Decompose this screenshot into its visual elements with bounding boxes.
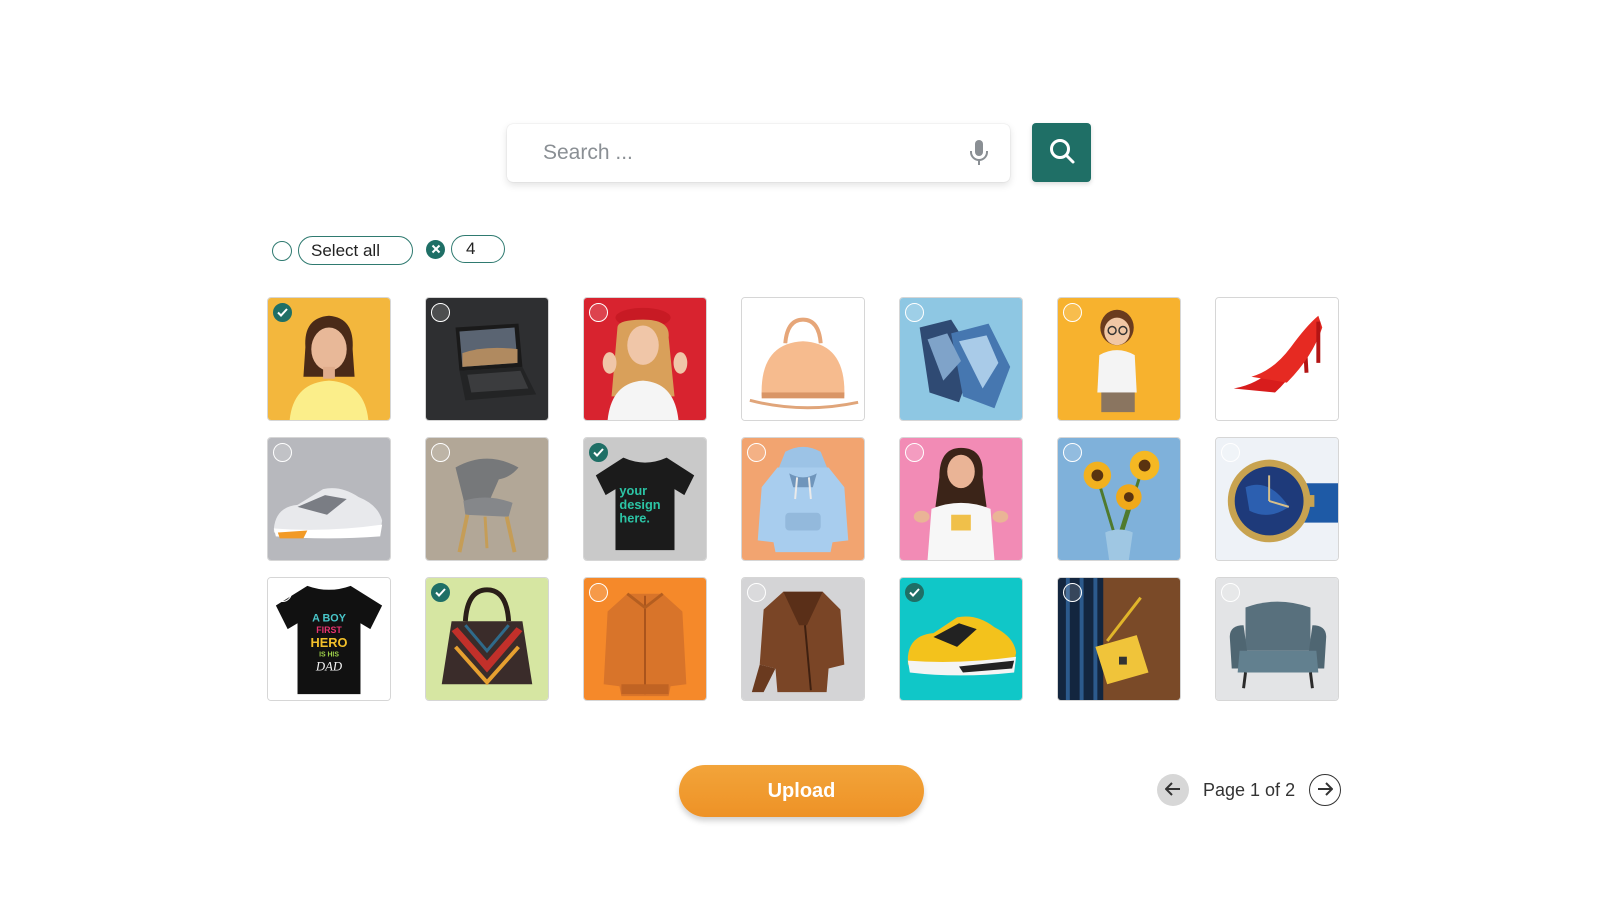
svg-text:design: design (619, 497, 660, 512)
image-tile[interactable] (899, 297, 1023, 421)
pagination: Page 1 of 2 (1157, 774, 1342, 806)
tile-checkbox[interactable] (431, 443, 450, 462)
selected-count-control: 4 (426, 235, 505, 263)
image-tile[interactable] (741, 297, 865, 421)
tile-checkbox[interactable] (431, 583, 450, 602)
tile-checkbox[interactable] (1221, 303, 1240, 322)
image-tile[interactable] (267, 297, 391, 421)
select-all-control[interactable]: Select all (272, 236, 413, 265)
tile-checkbox[interactable] (589, 303, 608, 322)
image-tile[interactable] (1215, 437, 1339, 561)
arrow-left-icon (1164, 781, 1181, 799)
tile-checkbox[interactable] (747, 443, 766, 462)
image-tile[interactable] (741, 437, 865, 561)
tile-checkbox[interactable] (905, 303, 924, 322)
selected-count: 4 (451, 235, 505, 263)
image-grid: your design here. A BOY FIRST HERO IS HI… (267, 297, 1339, 701)
svg-text:DAD: DAD (315, 659, 343, 673)
tile-checkbox[interactable] (273, 303, 292, 322)
select-all-radio[interactable] (272, 240, 292, 261)
image-tile[interactable] (425, 297, 549, 421)
previous-page-button[interactable] (1157, 774, 1189, 806)
image-tile[interactable] (1215, 577, 1339, 701)
svg-text:your: your (619, 483, 647, 498)
search-icon (1048, 137, 1076, 168)
page-indicator: Page 1 of 2 (1203, 779, 1296, 800)
clear-selection-icon[interactable] (426, 239, 445, 259)
image-tile[interactable] (1215, 297, 1339, 421)
svg-text:IS HIS: IS HIS (319, 652, 339, 659)
microphone-icon[interactable] (966, 138, 992, 168)
svg-text:HERO: HERO (311, 635, 348, 650)
svg-text:FIRST: FIRST (316, 625, 342, 635)
image-tile[interactable] (741, 577, 865, 701)
image-tile[interactable]: A BOY FIRST HERO IS HIS DAD (267, 577, 391, 701)
next-page-button[interactable] (1309, 774, 1342, 806)
search-input[interactable] (543, 141, 966, 165)
image-tile[interactable] (267, 437, 391, 561)
image-tile[interactable]: your design here. (583, 437, 707, 561)
tile-checkbox[interactable] (1221, 443, 1240, 462)
tile-checkbox[interactable] (905, 583, 924, 602)
tile-checkbox[interactable] (589, 583, 608, 602)
tile-checkbox[interactable] (1063, 303, 1082, 322)
tile-checkbox[interactable] (589, 443, 608, 462)
image-tile[interactable] (583, 577, 707, 701)
svg-text:here.: here. (619, 511, 650, 526)
image-tile[interactable] (425, 577, 549, 701)
tile-checkbox[interactable] (747, 303, 766, 322)
tile-checkbox[interactable] (1063, 583, 1082, 602)
image-tile[interactable] (1057, 577, 1181, 701)
tile-checkbox[interactable] (273, 583, 292, 602)
search-box (507, 124, 1010, 182)
image-tile[interactable] (583, 297, 707, 421)
search-button[interactable] (1032, 123, 1091, 182)
select-all-label[interactable]: Select all (298, 236, 413, 265)
image-tile[interactable] (1057, 297, 1181, 421)
tile-checkbox[interactable] (431, 303, 450, 322)
arrow-right-icon (1317, 781, 1334, 799)
upload-button[interactable]: Upload (679, 765, 924, 817)
image-tile[interactable] (899, 437, 1023, 561)
tile-checkbox[interactable] (1221, 583, 1240, 602)
tile-checkbox[interactable] (1063, 443, 1082, 462)
image-tile[interactable] (899, 577, 1023, 701)
tile-checkbox[interactable] (905, 443, 924, 462)
svg-text:A BOY: A BOY (312, 612, 347, 624)
tile-checkbox[interactable] (273, 443, 292, 462)
image-tile[interactable] (425, 437, 549, 561)
image-tile[interactable] (1057, 437, 1181, 561)
tile-checkbox[interactable] (747, 583, 766, 602)
